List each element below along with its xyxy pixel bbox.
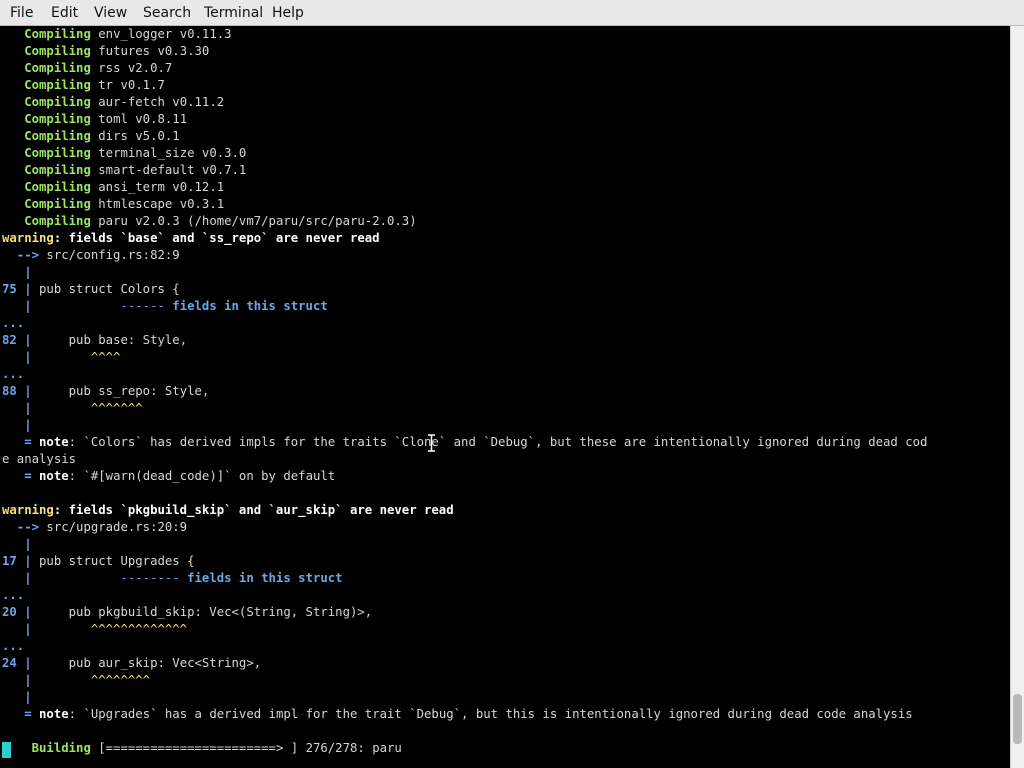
gutter-line: |: [2, 418, 32, 432]
building-line: Building [=======================> ] 276…: [2, 740, 402, 757]
code-line: 88 | pub ss_repo: Style,: [2, 384, 210, 398]
ellipsis-line: ...: [2, 639, 25, 653]
caret-line: | ^^^^^^^: [2, 401, 143, 415]
compile-line: Compiling toml v0.8.11: [24, 112, 188, 126]
location-line: --> src/config.rs:82:9: [2, 248, 180, 262]
code-line: 82 | pub base: Style,: [2, 333, 188, 347]
menu-bar: File Edit View Search Terminal Help: [0, 0, 1024, 26]
warning-line: warning: fields `pkgbuild_skip` and `aur…: [2, 503, 454, 517]
underline-line: | ------ fields in this struct: [2, 299, 328, 313]
compile-line: Compiling tr v0.1.7: [24, 78, 165, 92]
caret-line: | ^^^^^^^^: [2, 673, 151, 687]
note-line: = note: `Upgrades` has a derived impl fo…: [2, 707, 913, 721]
menu-terminal[interactable]: Terminal: [204, 4, 263, 22]
note-line: = note: `#[warn(dead_code)]` on by defau…: [2, 469, 336, 483]
note-line: = note: `Colors` has derived impls for t…: [2, 435, 928, 449]
location-line: --> src/upgrade.rs:20:9: [2, 520, 188, 534]
compile-line: Compiling dirs v5.0.1: [24, 129, 180, 143]
code-line: 20 | pub pkgbuild_skip: Vec<(String, Str…: [2, 605, 373, 619]
menu-search[interactable]: Search: [143, 4, 191, 22]
building-label: Building: [31, 741, 91, 755]
compile-line: Compiling htmlescape v0.3.1: [24, 197, 225, 211]
terminal-output[interactable]: Compiling env_logger v0.11.3 Compiling f…: [0, 26, 1010, 768]
menu-view[interactable]: View: [94, 4, 127, 22]
warning-line: warning: fields `base` and `ss_repo` are…: [2, 231, 380, 245]
note-wrap-line: e analysis: [2, 452, 77, 466]
menu-file[interactable]: File: [10, 4, 33, 22]
underline-line: | -------- fields in this struct: [2, 571, 343, 585]
caret-line: | ^^^^: [2, 350, 121, 364]
compile-line: Compiling env_logger v0.11.3: [24, 27, 232, 41]
progress-bar: [=======================> ]: [98, 741, 299, 755]
progress-text: 276/278: paru: [305, 741, 402, 755]
compile-line: Compiling terminal_size v0.3.0: [24, 146, 247, 160]
caret-line: | ^^^^^^^^^^^^^: [2, 622, 188, 636]
compile-line: Compiling paru v2.0.3 (/home/vm7/paru/sr…: [24, 214, 417, 228]
ellipsis-line: ...: [2, 316, 25, 330]
menu-help[interactable]: Help: [272, 4, 304, 22]
menu-edit[interactable]: Edit: [51, 4, 78, 22]
ellipsis-line: ...: [2, 367, 25, 381]
compile-line: Compiling rss v2.0.7: [24, 61, 173, 75]
compile-line: Compiling ansi_term v0.12.1: [24, 180, 225, 194]
compile-line: Compiling smart-default v0.7.1: [24, 163, 247, 177]
gutter-line: |: [2, 265, 32, 279]
gutter-line: |: [2, 690, 32, 704]
code-line: 24 | pub aur_skip: Vec<String>,: [2, 656, 262, 670]
compile-line: Compiling aur-fetch v0.11.2: [24, 95, 225, 109]
gutter-line: |: [2, 537, 32, 551]
compile-line: Compiling futures v0.3.30: [24, 44, 210, 58]
scrollbar-thumb[interactable]: [1013, 694, 1022, 744]
ellipsis-line: ...: [2, 588, 25, 602]
scrollbar[interactable]: [1010, 26, 1024, 768]
code-line: 75 | pub struct Colors {: [2, 282, 180, 296]
code-line: 17 | pub struct Upgrades {: [2, 554, 195, 568]
text-cursor-icon: [428, 434, 435, 452]
